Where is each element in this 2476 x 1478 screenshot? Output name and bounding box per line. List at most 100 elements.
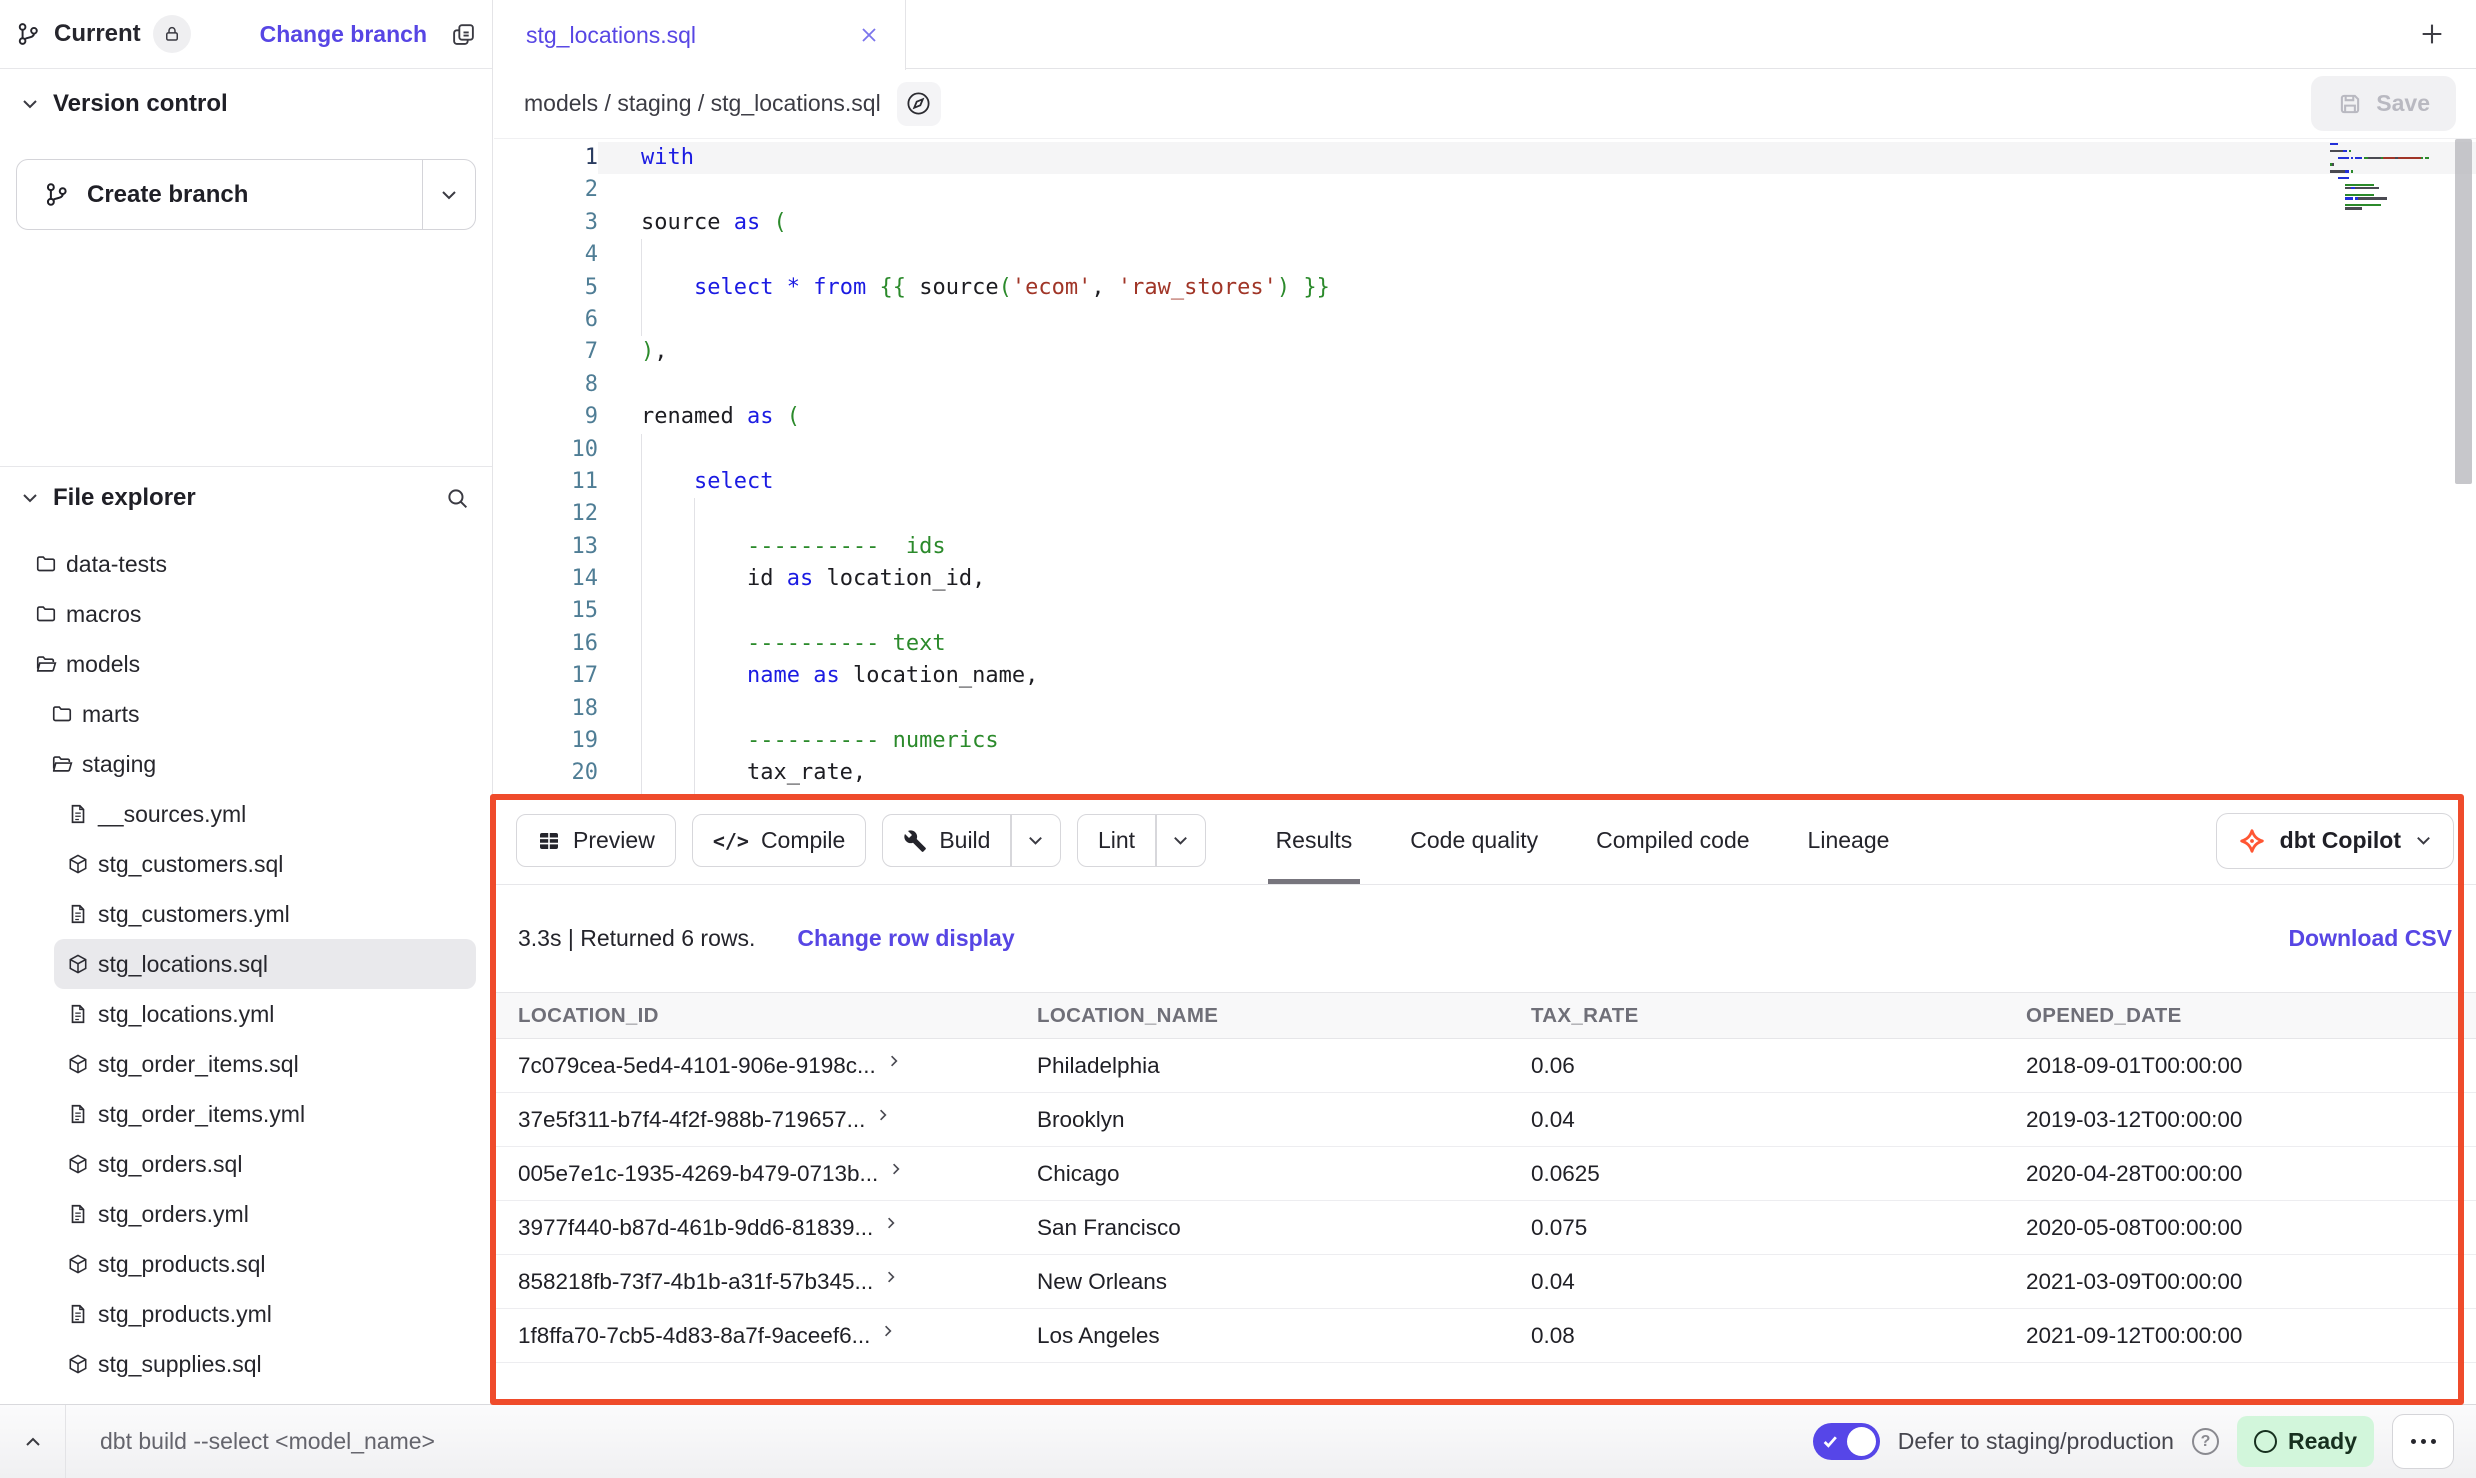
file-tree-item-marts[interactable]: marts (38, 689, 476, 739)
lint-button[interactable]: Lint (1077, 814, 1206, 867)
help-icon[interactable]: ? (2192, 1428, 2219, 1455)
defer-label: Defer to staging/production (1898, 1428, 2174, 1455)
code-line-13[interactable]: 13 ---------- ids (494, 531, 2476, 563)
create-branch-dropdown[interactable] (423, 160, 475, 229)
file-tree-item-stg_order_items.yml[interactable]: stg_order_items.yml (54, 1089, 476, 1139)
version-control-title: Version control (53, 90, 228, 118)
folder-open-icon (35, 653, 57, 675)
code-line-11[interactable]: 11 select (494, 466, 2476, 498)
compile-button[interactable]: </> Compile (692, 814, 867, 867)
code-text (598, 434, 2476, 466)
tab-results[interactable]: Results (1276, 797, 1353, 884)
file-tree-item-stg_customers.sql[interactable]: stg_customers.sql (54, 839, 476, 889)
code-line-21[interactable]: 21 (494, 790, 2476, 797)
code-line-3[interactable]: 3source as ( (494, 207, 2476, 239)
file-tree-item-stg_orders.sql[interactable]: stg_orders.sql (54, 1139, 476, 1189)
line-number: 7 (494, 336, 598, 368)
code-line-14[interactable]: 14 id as location_id, (494, 563, 2476, 595)
change-branch-link[interactable]: Change branch (260, 21, 427, 48)
collapse-chevron-up-icon[interactable] (0, 1405, 66, 1478)
ready-status-badge[interactable]: Ready (2237, 1416, 2374, 1467)
tab-compiled-code[interactable]: Compiled code (1596, 797, 1749, 884)
defer-toggle[interactable] (1813, 1423, 1880, 1460)
close-icon[interactable] (859, 25, 879, 45)
file-tree-item-stg_orders.yml[interactable]: stg_orders.yml (54, 1189, 476, 1239)
line-number: 20 (494, 757, 598, 789)
command-input[interactable]: dbt build --select <model_name> (100, 1428, 435, 1455)
lint-dropdown-chevron-icon[interactable] (1157, 815, 1205, 866)
minimap[interactable] (2330, 143, 2448, 213)
code-line-12[interactable]: 12 (494, 498, 2476, 530)
download-csv-link[interactable]: Download CSV (2288, 925, 2452, 952)
code-text: select (598, 466, 2476, 498)
version-control-header[interactable]: Version control (0, 69, 492, 139)
code-text (598, 369, 2476, 401)
expand-row-chevron-icon[interactable] (883, 1269, 899, 1285)
code-line-9[interactable]: 9renamed as ( (494, 401, 2476, 433)
file-explorer-header[interactable]: File explorer (0, 467, 492, 529)
spacer (0, 230, 492, 466)
file-tree-item-macros[interactable]: macros (22, 589, 476, 639)
tab-code-quality[interactable]: Code quality (1410, 797, 1538, 884)
file-label: __sources.yml (98, 801, 246, 828)
file-tree-item-stg_supplies.sql[interactable]: stg_supplies.sql (54, 1339, 476, 1389)
file-tree-item-__sources.yml[interactable]: __sources.yml (54, 789, 476, 839)
file-tree-item-stg_locations.yml[interactable]: stg_locations.yml (54, 989, 476, 1039)
file-tree-item-stg_products.yml[interactable]: stg_products.yml (54, 1289, 476, 1339)
code-line-10[interactable]: 10 (494, 434, 2476, 466)
code-line-15[interactable]: 15 (494, 595, 2476, 627)
editor-scrollbar[interactable] (2455, 139, 2472, 484)
save-button[interactable]: Save (2311, 76, 2456, 131)
code-line-8[interactable]: 8 (494, 369, 2476, 401)
dbt-copilot-button[interactable]: dbt Copilot (2216, 813, 2454, 869)
code-line-5[interactable]: 5 select * from {{ source('ecom', 'raw_s… (494, 272, 2476, 304)
expand-row-chevron-icon[interactable] (886, 1053, 902, 1069)
file-tree-item-data-tests[interactable]: data-tests (22, 539, 476, 589)
code-editor[interactable]: 1with23source as (45 select * from {{ so… (494, 139, 2476, 797)
code-line-4[interactable]: 4 (494, 239, 2476, 271)
tab-lineage[interactable]: Lineage (1808, 797, 1890, 884)
cell-tax-rate: 0.06 (1507, 1053, 2002, 1079)
code-line-16[interactable]: 16 ---------- text (494, 628, 2476, 660)
file-tree-item-stg_order_items.sql[interactable]: stg_order_items.sql (54, 1039, 476, 1089)
expand-row-chevron-icon[interactable] (875, 1107, 891, 1123)
expand-row-chevron-icon[interactable] (880, 1323, 896, 1339)
search-icon[interactable] (445, 486, 470, 511)
cell-location-id: 3977f440-b87d-461b-9dd6-81839... (494, 1215, 1013, 1241)
file-tree-item-staging[interactable]: staging (38, 739, 476, 789)
file-tree-item-stg_products.sql[interactable]: stg_products.sql (54, 1239, 476, 1289)
copy-icon[interactable] (451, 22, 476, 47)
build-button[interactable]: Build (882, 814, 1061, 867)
code-line-18[interactable]: 18 (494, 693, 2476, 725)
line-number: 17 (494, 660, 598, 692)
code-line-7[interactable]: 7), (494, 336, 2476, 368)
tab-stg-locations-sql[interactable]: stg_locations.sql (494, 0, 906, 70)
model-icon (67, 1153, 89, 1175)
file-icon (67, 1203, 89, 1225)
results-meta-row: 3.3s | Returned 6 rows. Change row displ… (494, 885, 2476, 992)
expand-row-chevron-icon[interactable] (888, 1161, 904, 1177)
expand-row-chevron-icon[interactable] (883, 1215, 899, 1231)
lineage-compass-icon[interactable] (897, 82, 941, 126)
code-line-19[interactable]: 19 ---------- numerics (494, 725, 2476, 757)
file-tree-item-stg_locations.sql[interactable]: stg_locations.sql (54, 939, 476, 989)
file-tree-item-stg_customers.yml[interactable]: stg_customers.yml (54, 889, 476, 939)
code-line-1[interactable]: 1with (494, 142, 2476, 174)
code-line-17[interactable]: 17 name as location_name, (494, 660, 2476, 692)
model-icon (67, 1353, 89, 1375)
change-row-display-link[interactable]: Change row display (797, 925, 1014, 952)
more-options-button[interactable] (2392, 1414, 2454, 1469)
line-number: 3 (494, 207, 598, 239)
code-line-6[interactable]: 6 (494, 304, 2476, 336)
new-tab-plus-icon[interactable] (2418, 20, 2446, 48)
code-line-2[interactable]: 2 (494, 174, 2476, 206)
create-branch-button[interactable]: Create branch (16, 159, 476, 230)
line-number: 16 (494, 628, 598, 660)
folder-open-icon (51, 753, 73, 775)
build-dropdown-chevron-icon[interactable] (1012, 815, 1060, 866)
code-text (598, 790, 2476, 797)
preview-button[interactable]: Preview (516, 814, 676, 867)
file-tree-item-models[interactable]: models (22, 639, 476, 689)
code-line-20[interactable]: 20 tax_rate, (494, 757, 2476, 789)
code-text (598, 304, 2476, 336)
